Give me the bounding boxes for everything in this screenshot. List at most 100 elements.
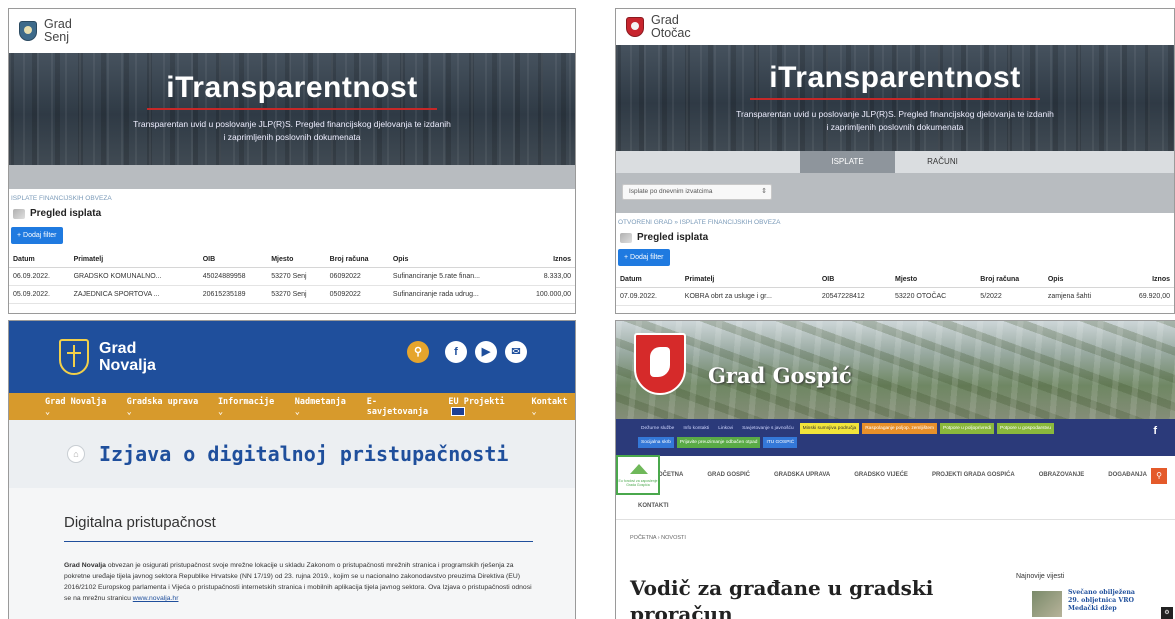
- quick-link[interactable]: Savjetovanje s javnošću: [739, 423, 796, 434]
- novalja-crest-icon: [59, 339, 89, 375]
- col-datum[interactable]: Datum: [9, 252, 70, 268]
- col-iznos[interactable]: Iznos: [516, 252, 575, 268]
- news-item-link[interactable]: Svečano obilježena 29. obljetnica VRO Me…: [1068, 589, 1148, 613]
- eu-flag-icon: [451, 406, 466, 416]
- col-broj-racuna[interactable]: Broj računa: [976, 272, 1044, 288]
- senj-panel: Grad Senj iTransparentnost Transparentan…: [8, 8, 576, 314]
- otocac-city-name[interactable]: Grad Otočac: [651, 14, 691, 40]
- table-header-row: Datum Primatelj OIB Mjesto Broj računa O…: [9, 252, 575, 268]
- col-mjesto[interactable]: Mjesto: [267, 252, 326, 268]
- col-oib[interactable]: OIB: [817, 272, 891, 288]
- nav-obrazovanje[interactable]: OBRAZOVANJE: [1039, 472, 1085, 478]
- gospic-city-name[interactable]: Grad Gospić: [708, 363, 852, 388]
- senj-payments-table: Datum Primatelj OIB Mjesto Broj računa O…: [9, 252, 575, 304]
- nav-kontakti[interactable]: KONTAKTI: [638, 503, 669, 509]
- facebook-icon[interactable]: f: [445, 341, 467, 363]
- gospic-crest-icon: [634, 333, 686, 395]
- cell-primatelj: KOBRA obrt za usluge i gr...: [680, 287, 818, 306]
- quick-link[interactable]: Socijalna skrb: [638, 437, 674, 448]
- novalja-panel: Grad Novalja ⚲ f ▶ ✉ Grad Novalja ⌄ Grad…: [8, 320, 576, 619]
- cell-oib: 20615235189: [198, 285, 268, 304]
- col-iznos[interactable]: Iznos: [1117, 272, 1174, 288]
- novalja-header: Grad Novalja ⚲ f ▶ ✉: [9, 321, 575, 393]
- senj-hero-subtitle: Transparentan uvid u poslovanje JLP(R)S.…: [133, 119, 451, 142]
- nav-dogadanja[interactable]: DOGAĐANJA: [1108, 472, 1147, 478]
- cell-datum: 07.09.2022.: [616, 287, 681, 306]
- mail-icon[interactable]: ✉: [505, 341, 527, 363]
- home-icon[interactable]: ⌂: [67, 445, 85, 463]
- search-icon[interactable]: ⚲: [1151, 468, 1167, 484]
- divider: [616, 519, 1175, 520]
- quick-link[interactable]: Minski sumnjiva područja: [799, 423, 860, 434]
- breadcrumb[interactable]: POČETNA › NOVOSTI: [630, 535, 686, 541]
- payments-type-select[interactable]: Isplate po dnevnim izvatcima: [622, 184, 772, 200]
- quick-link[interactable]: ITU GOSPIĆ: [763, 437, 798, 448]
- nav-projekti[interactable]: PROJEKTI GRADA GOSPIĆA: [932, 472, 1015, 478]
- quick-link[interactable]: Potpore u gospodarstvu: [997, 423, 1054, 434]
- accessibility-paragraph: Grad Novalja obvezan je osigurati pristu…: [64, 562, 532, 602]
- senj-breadcrumb[interactable]: ISPLATE FINANCIJSKIH OBVEZA: [9, 189, 575, 202]
- cell-primatelj: ZAJEDNICA SPORTOVA ...: [69, 285, 199, 304]
- nav-grad-gospic[interactable]: GRAD GOSPIĆ: [707, 472, 750, 478]
- nav-e-savjetovanja[interactable]: E-savjetovanja: [367, 397, 435, 417]
- youtube-icon[interactable]: ▶: [475, 341, 497, 363]
- nav-grad-novalja[interactable]: Grad Novalja ⌄: [45, 397, 113, 417]
- gospic-quick-links: Dežurne službe Info kontakti Linkovi Sav…: [616, 419, 1175, 456]
- quick-link[interactable]: Info kontakti: [680, 423, 712, 434]
- cell-primatelj: GRADSKO KOMUNALNO...: [69, 267, 199, 286]
- nav-gradska-uprava[interactable]: GRADSKA UPRAVA: [774, 472, 830, 478]
- col-mjesto[interactable]: Mjesto: [891, 272, 977, 288]
- quick-link[interactable]: Linkovi: [715, 423, 736, 434]
- nav-gradska-uprava[interactable]: Gradska uprava ⌄: [127, 397, 204, 417]
- add-filter-button[interactable]: + Dodaj filter: [618, 249, 670, 266]
- quick-link[interactable]: Raspolaganje poljop. zemljištem: [862, 423, 938, 434]
- nav-eu-projekti[interactable]: EU Projekti: [448, 397, 517, 417]
- facebook-icon[interactable]: f: [1153, 425, 1157, 437]
- quick-link[interactable]: Prijavite preuzimanje odbačen otpad: [676, 437, 761, 448]
- gospic-header-photo: Grad Gospić: [616, 321, 1175, 429]
- novalja-header-icons: ⚲ f ▶ ✉: [407, 341, 527, 363]
- novalja-main-nav: Grad Novalja ⌄ Gradska uprava ⌄ Informac…: [9, 393, 575, 420]
- eu-funds-logo[interactable]: Eu fondovi za zaposlenje Grada Gospića: [616, 455, 660, 495]
- tab-racuni[interactable]: RAČUNI: [895, 151, 990, 173]
- hero-underline: [147, 108, 437, 110]
- tab-isplate[interactable]: ISPLATE: [800, 151, 895, 173]
- nav-kontakt[interactable]: Kontakt ⌄: [532, 397, 575, 417]
- search-icon[interactable]: ⚲: [407, 341, 429, 363]
- quick-link[interactable]: Potpore u poljoprivredi: [940, 423, 995, 434]
- cell-broj-racuna: 05092022: [325, 285, 389, 304]
- senj-section-title: Pregled isplata: [9, 202, 575, 219]
- nav-gradsko-vijece[interactable]: GRADSKO VIJEĆE: [854, 472, 908, 478]
- otocac-hero-subtitle: Transparentan uvid u poslovanje JLP(R)S.…: [736, 109, 1054, 132]
- col-primatelj[interactable]: Primatelj: [69, 252, 199, 268]
- col-opis[interactable]: Opis: [388, 252, 517, 268]
- col-opis[interactable]: Opis: [1043, 272, 1118, 288]
- senj-city-name[interactable]: Grad Senj: [44, 18, 72, 44]
- col-datum[interactable]: Datum: [616, 272, 681, 288]
- cell-broj-racuna: 06092022: [325, 267, 389, 286]
- col-primatelj[interactable]: Primatelj: [680, 272, 818, 288]
- nav-informacije[interactable]: Informacije ⌄: [218, 397, 281, 417]
- novalja-title-band: ⌂ Izjava o digitalnoj pristupačnosti: [9, 420, 575, 488]
- table-row[interactable]: 05.09.2022. ZAJEDNICA SPORTOVA ... 20615…: [9, 285, 575, 304]
- otocac-header: Grad Otočac: [616, 9, 1174, 45]
- nav-nadmetanja[interactable]: Nadmetanja ⌄: [295, 397, 353, 417]
- col-oib[interactable]: OIB: [198, 252, 268, 268]
- quick-link[interactable]: Dežurne službe: [638, 423, 677, 434]
- cell-opis: Sufinanciranje 5.rate finan...: [388, 267, 517, 286]
- news-thumbnail[interactable]: [1032, 591, 1062, 617]
- accessibility-icon[interactable]: ⚙: [1161, 607, 1173, 619]
- otocac-panel: Grad Otočac iTransparentnost Transparent…: [615, 8, 1175, 314]
- add-filter-button[interactable]: + Dodaj filter: [11, 227, 63, 244]
- novalja-city-name[interactable]: Grad Novalja: [99, 340, 156, 374]
- otocac-tabs: ISPLATE RAČUNI: [616, 151, 1174, 173]
- col-broj-racuna[interactable]: Broj računa: [325, 252, 389, 268]
- article-title: Vodič za građane u gradski proračun: [630, 576, 934, 619]
- otocac-breadcrumb[interactable]: OTVORENI GRAD » ISPLATE FINANCIJSKIH OBV…: [616, 213, 1174, 226]
- novalja-website-link[interactable]: www.novalja.hr: [133, 595, 179, 602]
- table-row[interactable]: 07.09.2022. KOBRA obrt za usluge i gr...…: [616, 287, 1174, 306]
- gospic-main-nav: Eu fondovi za zaposlenje Grada Gospića P…: [616, 455, 1175, 498]
- cell-oib: 20547228412: [817, 287, 891, 306]
- payments-icon: [13, 208, 25, 219]
- table-row[interactable]: 06.09.2022. GRADSKO KOMUNALNO... 4502488…: [9, 267, 575, 286]
